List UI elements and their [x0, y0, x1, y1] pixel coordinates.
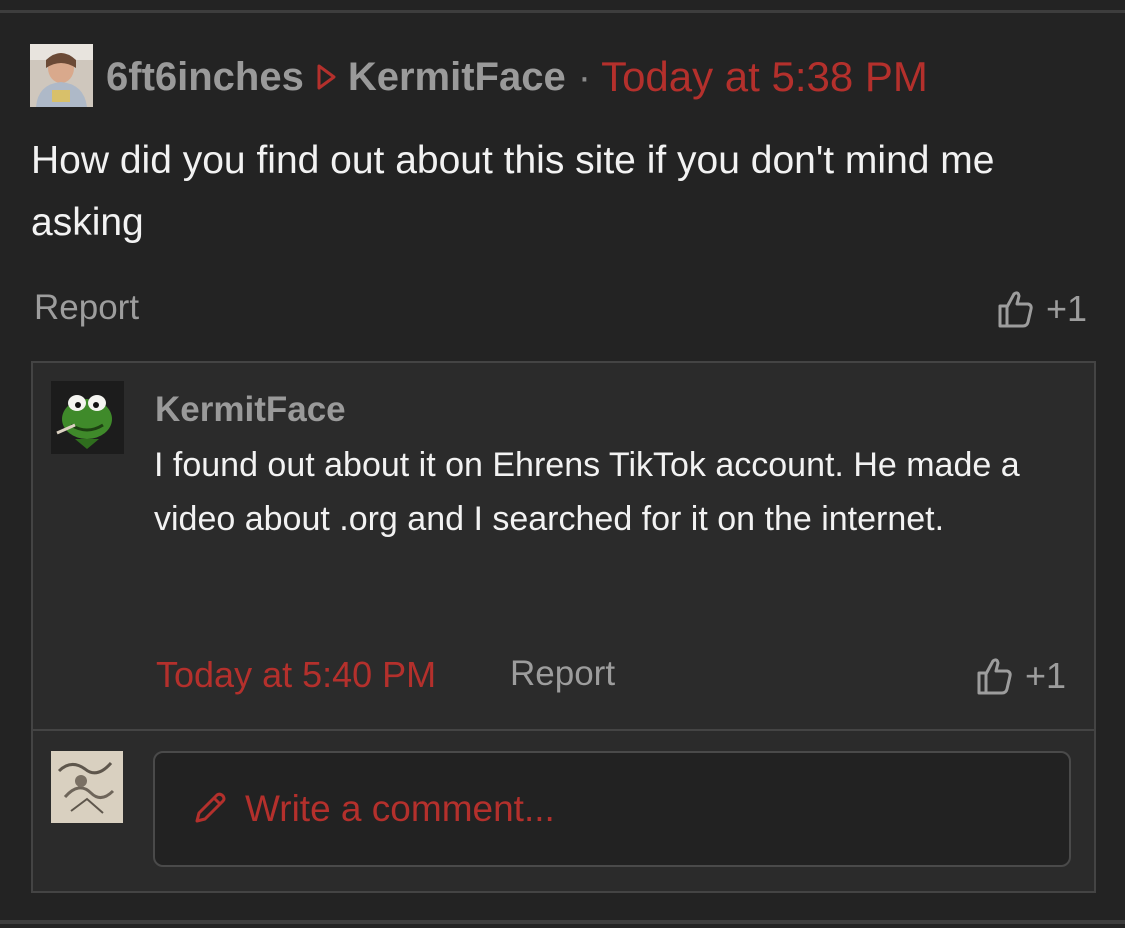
- reply-report-button[interactable]: Report: [510, 654, 615, 694]
- post-timestamp[interactable]: Today at 5:38 PM: [601, 53, 928, 101]
- bottom-divider: [0, 920, 1125, 924]
- reply-arrow-icon: [316, 63, 338, 91]
- thumbs-up-icon: [998, 291, 1033, 328]
- report-button[interactable]: Report: [34, 288, 139, 328]
- reply-like-count: +1: [1025, 655, 1067, 696]
- user-photo-icon: [30, 44, 93, 107]
- reply-like-button[interactable]: +1: [975, 655, 1066, 697]
- kermit-photo-icon: [51, 381, 124, 454]
- reply-author-name[interactable]: KermitFace: [155, 390, 346, 430]
- author-name[interactable]: 6ft6inches: [106, 55, 304, 100]
- recipient-name[interactable]: KermitFace: [348, 55, 566, 100]
- thumbs-up-icon: [977, 658, 1012, 695]
- like-count: +1: [1046, 288, 1088, 329]
- pencil-icon: [195, 792, 226, 823]
- comment-placeholder: Write a comment...: [245, 788, 555, 829]
- comment-input[interactable]: Write a comment...: [153, 751, 1071, 867]
- like-button[interactable]: +1: [996, 288, 1087, 330]
- separator-dot: ·: [577, 54, 592, 99]
- reply-avatar[interactable]: [51, 381, 124, 454]
- sketch-artwork-icon: [51, 751, 123, 823]
- top-divider: [0, 10, 1125, 13]
- post-body: How did you find out about this site if …: [31, 139, 995, 244]
- reply-timestamp[interactable]: Today at 5:40 PM: [156, 654, 436, 696]
- reply-body: I found out about it on Ehrens TikTok ac…: [154, 446, 1020, 538]
- current-user-avatar[interactable]: [51, 751, 123, 823]
- avatar[interactable]: [30, 44, 93, 107]
- post-header: 6ft6inches KermitFace · Today at 5:38 PM: [106, 50, 928, 104]
